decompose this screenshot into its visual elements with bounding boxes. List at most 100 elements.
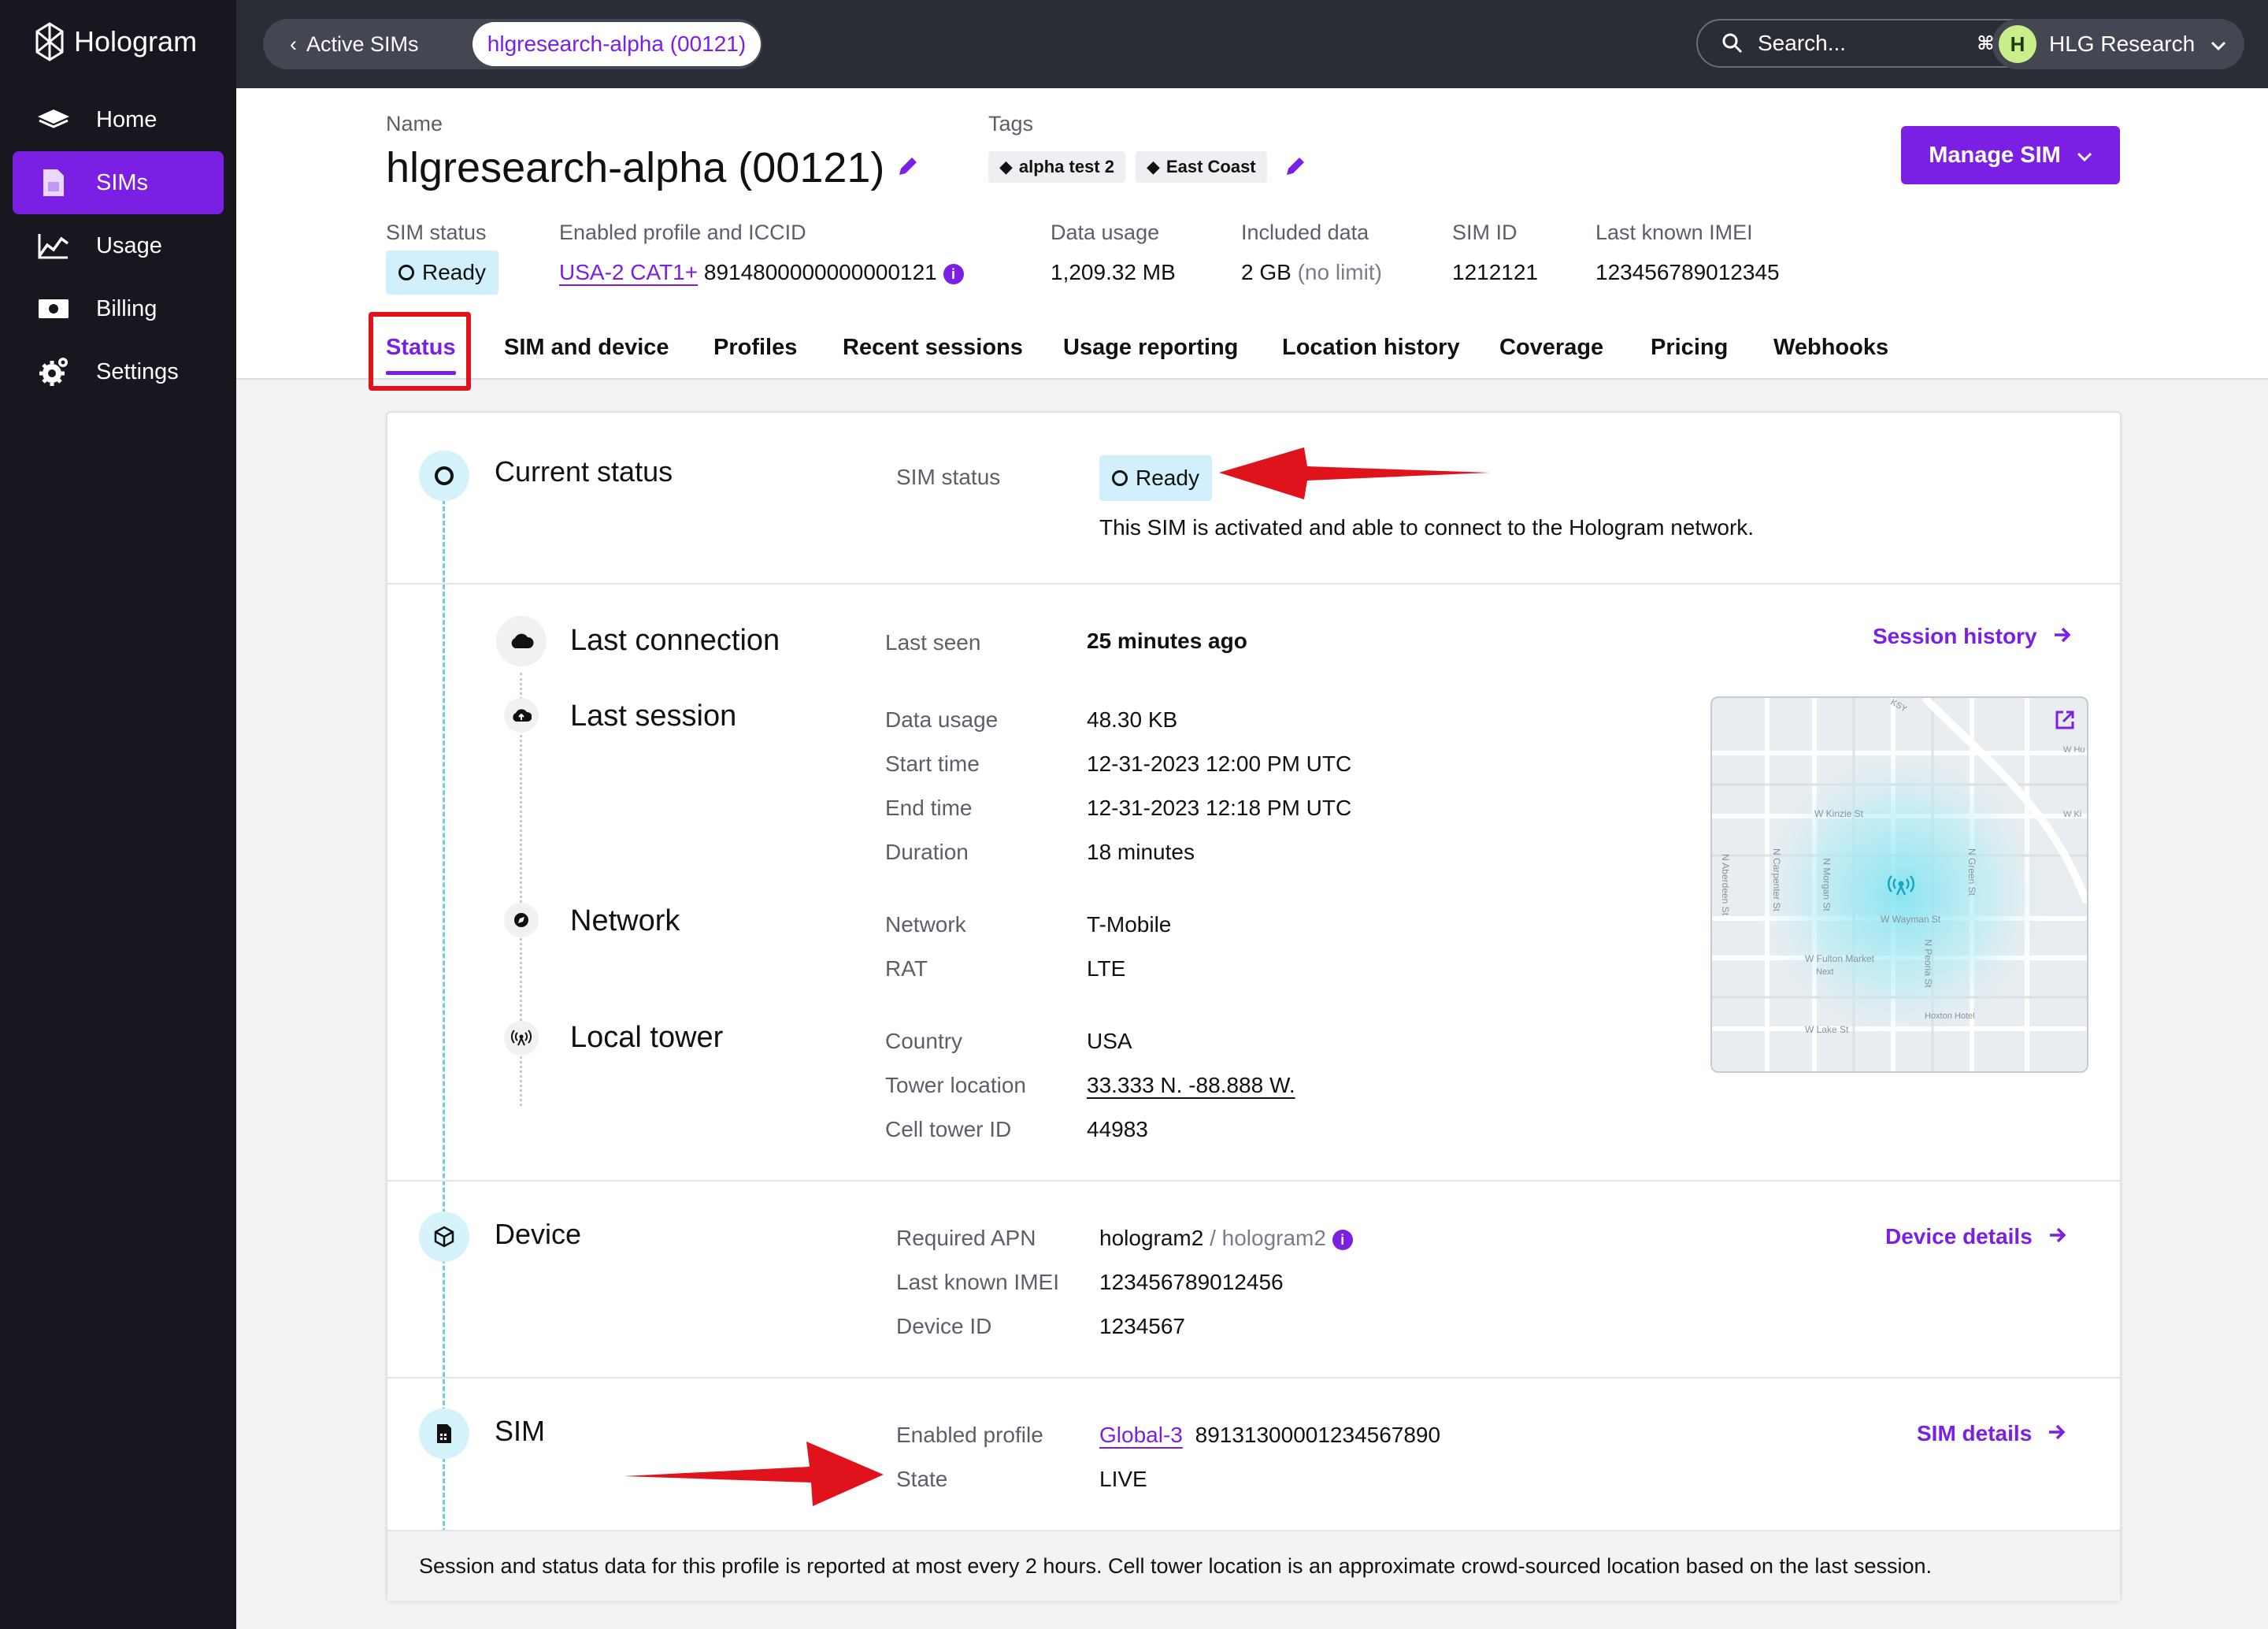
status-ring-icon [1112, 470, 1128, 486]
search-placeholder: Search... [1758, 31, 1846, 56]
profile-label: Enabled profile and ICCID [559, 221, 806, 245]
imei-label: Last known IMEI [1595, 221, 1753, 245]
tag-chip[interactable]: ◆ alpha test 2 [988, 151, 1125, 183]
map-street-label: W Wayman St [1881, 914, 1940, 925]
avatar: H [1999, 25, 2036, 63]
apn-label: Required APN [896, 1226, 1036, 1251]
usage-icon [35, 232, 72, 259]
tower-map[interactable]: W Kinzie St W Wayman St W Fulton Market … [1710, 696, 2088, 1073]
enabled-profile-label: Enabled profile [896, 1423, 1043, 1448]
sidebar-item-label: SIMs [96, 170, 148, 196]
apn-value: hologram2 / hologram2 i [1099, 1226, 1353, 1251]
network-row-label: Network [885, 912, 966, 937]
tab-usage-reporting[interactable]: Usage reporting [1063, 318, 1238, 377]
tab-sim-and-device[interactable]: SIM and device [504, 318, 669, 377]
sim-status-label: SIM status [386, 221, 487, 245]
annotation-arrow-right [621, 1434, 888, 1509]
section-title: Last session [570, 699, 736, 733]
cell-tower-id-label: Cell tower ID [885, 1117, 1011, 1142]
enabled-profile-link[interactable]: Global-3 [1099, 1423, 1183, 1447]
map-street-label: W Fulton Market [1805, 953, 1874, 964]
included-data-amount: 2 GB [1241, 260, 1292, 284]
status-badge-label: Ready [422, 260, 486, 285]
box-icon [419, 1212, 469, 1262]
gear-icon [35, 356, 72, 388]
device-details-link[interactable]: Device details [1885, 1224, 2067, 1249]
tab-pricing[interactable]: Pricing [1651, 318, 1728, 377]
name-label: Name [386, 112, 443, 136]
tab-bar: Status SIM and device Profiles Recent se… [236, 318, 2268, 377]
sidebar-item-label: Home [96, 107, 157, 133]
session-history-link[interactable]: Session history [1873, 624, 2072, 649]
device-imei-label: Last known IMEI [896, 1270, 1059, 1295]
sidebar-item-sims[interactable]: SIMs [13, 151, 224, 214]
last-seen-label: Last seen [885, 630, 980, 655]
sim-icon [35, 168, 72, 198]
status-ring-icon [419, 451, 469, 501]
map-street-label: W Lake St [1805, 1024, 1848, 1035]
arrow-right-icon [2048, 1421, 2066, 1446]
arrow-right-icon [2053, 624, 2072, 649]
tag-label: East Coast [1166, 157, 1256, 177]
tag-icon: ◆ [1147, 157, 1160, 177]
info-icon[interactable]: i [1332, 1230, 1353, 1250]
manage-sim-button[interactable]: Manage SIM [1901, 126, 2120, 184]
section-title: Last connection [570, 624, 780, 658]
page-title: hlgresearch-alpha (00121) [386, 143, 884, 192]
edit-tags-icon[interactable] [1284, 154, 1307, 182]
search-input[interactable]: Search... ⌘K [1696, 19, 2036, 68]
map-graphic [1712, 698, 2087, 1071]
map-street-label: N Peoria St [1923, 939, 1934, 987]
org-switcher[interactable]: H HLG Research [1992, 19, 2244, 69]
info-icon[interactable]: i [943, 264, 964, 284]
sim-details-label: SIM details [1917, 1421, 2032, 1446]
last-seen-value: 25 minutes ago [1087, 629, 1247, 654]
tag-chip[interactable]: ◆ East Coast [1136, 151, 1267, 183]
sidebar-item-settings[interactable]: Settings [13, 340, 224, 403]
status-description: This SIM is activated and able to connec… [1099, 515, 1754, 540]
session-history-label: Session history [1873, 624, 2037, 649]
session-row-value: 48.30 KB [1087, 707, 1177, 733]
profile-link[interactable]: USA-2 CAT1+ [559, 260, 698, 284]
tab-recent-sessions[interactable]: Recent sessions [843, 318, 1023, 377]
sidebar-item-home[interactable]: Home [13, 88, 224, 151]
enabled-profile-value: Global-3 89131300001234567890 [1099, 1423, 1440, 1448]
cloud-upload-icon [504, 698, 539, 733]
map-street-label: W Ki [2063, 810, 2081, 819]
map-street-label: N Carpenter St [1771, 848, 1782, 911]
tab-webhooks[interactable]: Webhooks [1773, 318, 1888, 377]
hologram-logo-icon [35, 22, 65, 61]
state-label: State [896, 1467, 947, 1492]
cell-tower-icon [504, 1021, 539, 1056]
session-row-label: End time [885, 796, 973, 821]
tower-location-link[interactable]: 33.333 N. -88.888 W. [1087, 1073, 1295, 1098]
breadcrumb-back-link[interactable]: ‹ Active SIMs [290, 19, 419, 69]
tab-location-history[interactable]: Location history [1282, 318, 1460, 377]
chevron-left-icon: ‹ [290, 32, 297, 57]
map-street-label: N Morgan St [1821, 858, 1833, 911]
map-street-label: N Green St [1966, 848, 1977, 896]
breadcrumb: ‹ Active SIMs hlgresearch-alpha (00121) [263, 19, 762, 69]
edit-name-icon[interactable] [896, 154, 920, 182]
external-link-icon[interactable] [2054, 709, 2076, 735]
arrow-right-icon [2048, 1224, 2067, 1249]
device-id-label: Device ID [896, 1314, 991, 1339]
sidebar-item-label: Usage [96, 233, 162, 259]
enabled-profile-iccid: 89131300001234567890 [1195, 1423, 1440, 1447]
section-title: Current status [495, 455, 673, 488]
manage-sim-label: Manage SIM [1929, 143, 2061, 169]
sim-details-link[interactable]: SIM details [1917, 1421, 2066, 1446]
hologram-logo[interactable]: Hologram [35, 22, 197, 61]
profile-value: USA-2 CAT1+ 8914800000000000121 i [559, 260, 964, 285]
apn-alt: / hologram2 [1210, 1226, 1326, 1250]
tab-coverage[interactable]: Coverage [1499, 318, 1603, 377]
sidebar-item-billing[interactable]: Billing [13, 277, 224, 340]
footer-note-text: Session and status data for this profile… [419, 1554, 1932, 1579]
state-value: LIVE [1099, 1467, 1147, 1492]
sidebar-item-usage[interactable]: Usage [13, 214, 224, 277]
tab-profiles[interactable]: Profiles [713, 318, 797, 377]
org-name: HLG Research [2049, 32, 2195, 57]
data-usage-label: Data usage [1051, 221, 1159, 245]
section-divider [387, 583, 2120, 584]
section-title: Local tower [570, 1021, 723, 1055]
